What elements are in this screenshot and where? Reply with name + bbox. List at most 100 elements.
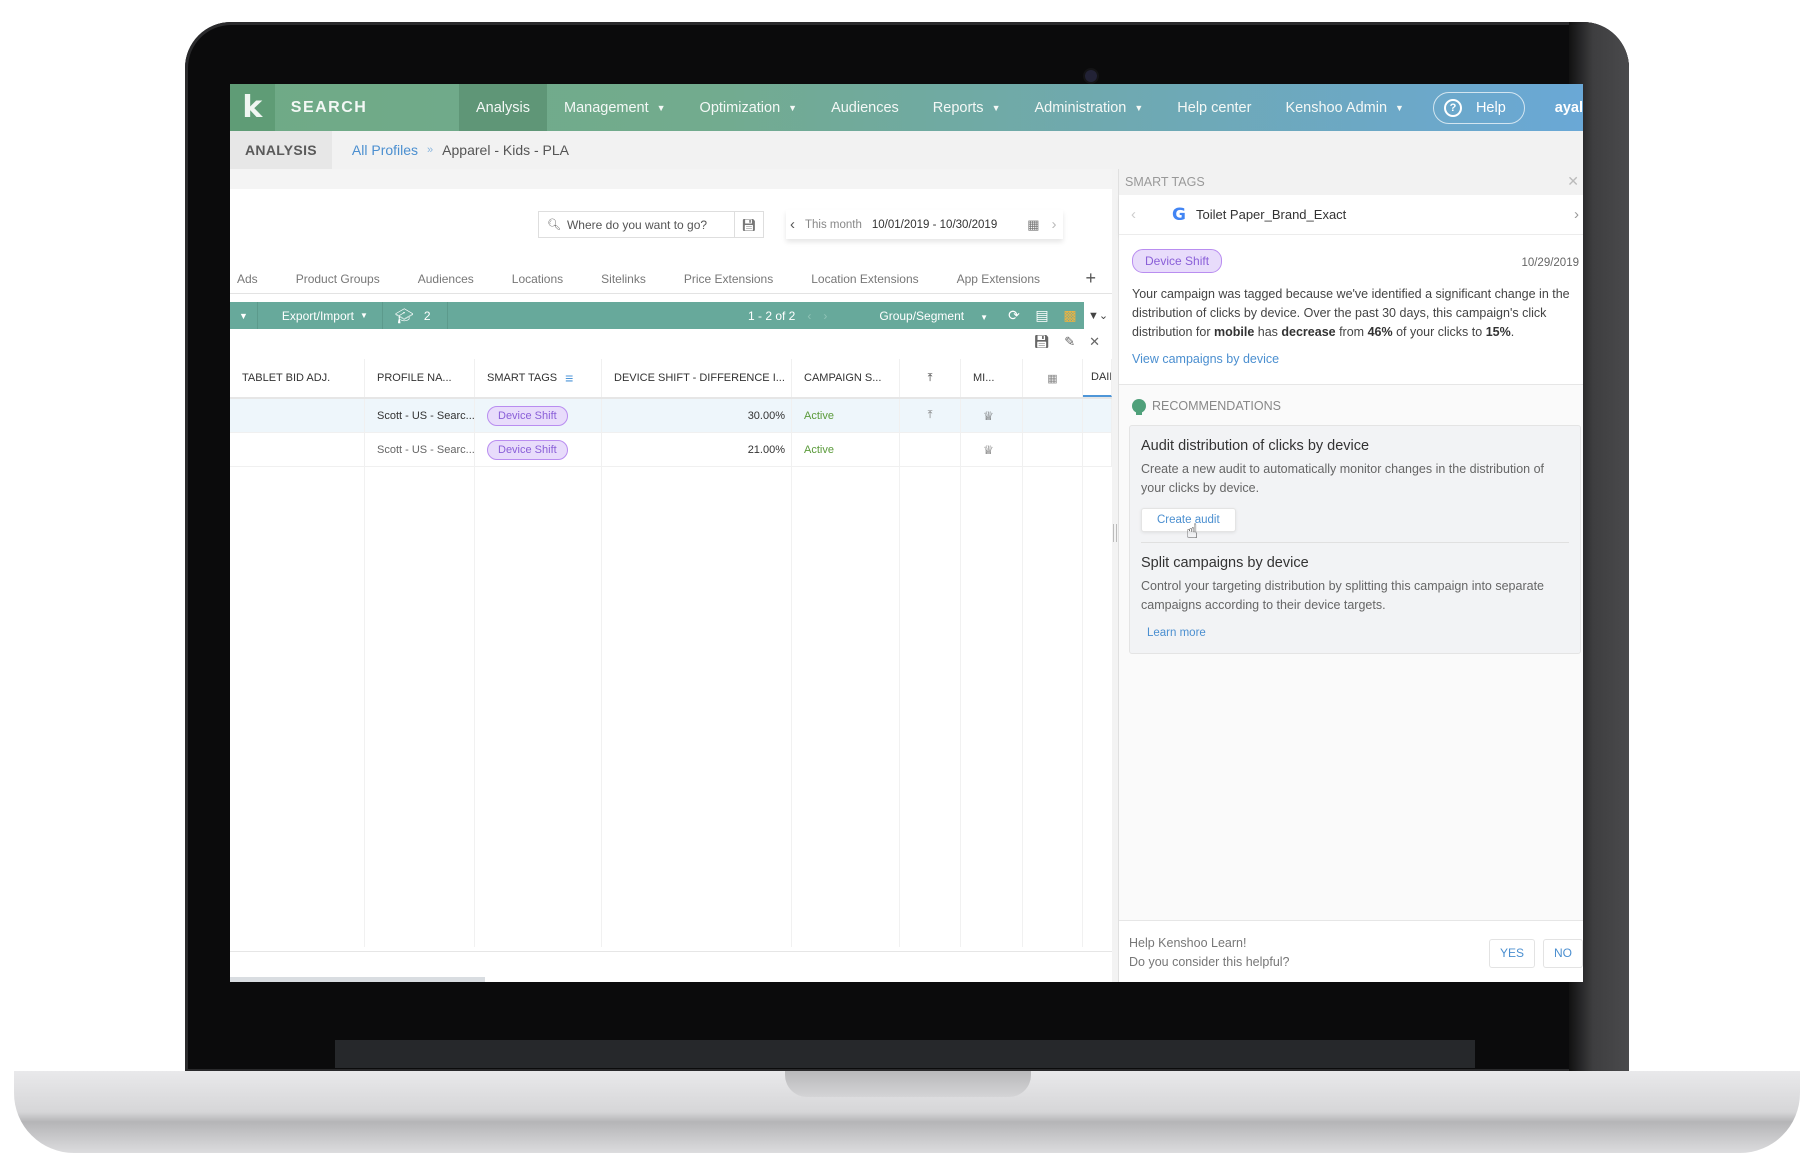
col-smart-tags[interactable]: SMART TAGS ≡ — [475, 359, 602, 397]
create-audit-button[interactable]: Create audit ☝︎ — [1141, 508, 1236, 543]
chart-icon[interactable]: ▩ — [1056, 302, 1084, 329]
hand-cursor-icon: ☝︎ — [1186, 521, 1199, 543]
chevron-left-icon[interactable]: ‹ — [790, 216, 795, 233]
kenshoo-logo[interactable]: k — [230, 84, 275, 131]
panel-resize-handle[interactable] — [1113, 524, 1117, 542]
edit-icon[interactable]: ✎ — [1064, 334, 1075, 350]
help-label: Help — [1475, 99, 1506, 116]
nav-help-center[interactable]: Help center — [1160, 84, 1268, 131]
date-preset: This month — [805, 218, 862, 231]
export-import-button[interactable]: Export/Import ▼ — [258, 302, 383, 329]
nav-audiences[interactable]: Audiences — [814, 84, 916, 131]
chevron-right-icon[interactable]: › — [1574, 206, 1579, 223]
filter-icon[interactable]: ≡ — [565, 370, 573, 386]
help-button[interactable]: ? Help — [1432, 91, 1525, 124]
table-row[interactable]: Scott - US - Searc... Device Shift 21.00… — [230, 433, 1112, 467]
date-range: 10/01/2019 - 10/30/2019 — [871, 218, 998, 231]
columns-icon[interactable]: ▤ — [1028, 302, 1056, 329]
chevron-right-icon[interactable]: › — [1052, 216, 1057, 233]
learn-more-link[interactable]: Learn more — [1147, 627, 1206, 639]
tab-price-extensions[interactable]: Price Extensions — [665, 272, 792, 286]
col-device-shift[interactable]: DEVICE SHIFT - DIFFERENCE I... — [602, 359, 792, 397]
date-picker[interactable]: ‹ This month 10/01/2019 - 10/30/2019 ▦ › — [786, 210, 1063, 239]
col-tablet-bid-adj[interactable]: TABLET BID ADJ. — [230, 359, 365, 397]
cell-tablet-bid — [230, 399, 365, 432]
no-button[interactable]: NO — [1543, 939, 1583, 968]
tab-ads[interactable]: Ads — [230, 272, 277, 286]
panel-title: SMART TAGS — [1119, 169, 1583, 195]
chevron-left-icon[interactable]: ‹ — [1131, 206, 1136, 223]
recommendation-title: Audit distribution of clicks by device — [1141, 438, 1370, 454]
filter-icon[interactable]: ▼⌄ — [1084, 302, 1112, 329]
breadcrumb-section: ANALYSIS — [230, 131, 332, 169]
nav-optimization[interactable]: Optimization ▼ — [683, 84, 815, 131]
recommendation-text: Control your targeting distribution by s… — [1141, 579, 1544, 612]
nav-administration[interactable]: Administration ▼ — [1017, 84, 1160, 131]
grid-header: TABLET BID ADJ. PROFILE NA... SMART TAGS… — [230, 359, 1112, 399]
smart-tag-badge: Device Shift — [1132, 249, 1223, 273]
group-segment-dropdown[interactable]: Group/Segment ▼ — [879, 309, 988, 323]
tab-product-groups[interactable]: Product Groups — [277, 272, 399, 286]
pager-text: 1 - 2 of 2 — [747, 308, 796, 323]
view-campaigns-by-device-link[interactable]: View campaigns by device — [1132, 352, 1279, 366]
chevron-down-icon: ▼ — [991, 102, 1001, 113]
tab-locations[interactable]: Locations — [493, 272, 582, 286]
nav-label: Kenshoo Admin — [1285, 99, 1388, 116]
col-mi[interactable]: MI... — [961, 359, 1023, 397]
cell-status: Active — [792, 399, 900, 432]
pager-arrows[interactable]: ‹› — [807, 309, 839, 323]
tab-sitelinks[interactable]: Sitelinks — [582, 272, 665, 286]
refresh-icon[interactable]: ⟳ — [1000, 302, 1028, 329]
col-calendar[interactable]: ▦ — [1023, 359, 1083, 397]
search-icon: 🔍︎ — [547, 219, 561, 231]
col-daily[interactable]: DAIL — [1083, 359, 1112, 397]
tab-app-extensions[interactable]: App Extensions — [938, 272, 1059, 286]
horizontal-scrollbar[interactable] — [230, 977, 485, 982]
nav-label: Analysis — [475, 99, 530, 116]
pane-top-strip — [230, 169, 1112, 189]
toolbar-menu-button[interactable]: ▼ — [230, 302, 258, 329]
col-upload[interactable]: ⤒ — [900, 359, 961, 397]
cell-calendar — [1023, 399, 1083, 432]
save-icon[interactable]: 💾︎ — [1034, 334, 1051, 350]
close-icon[interactable]: ✕ — [1089, 334, 1100, 350]
chevron-down-icon: ▼ — [1395, 102, 1404, 113]
tab-audiences[interactable]: Audiences — [399, 272, 493, 286]
chevron-down-icon: ▼ — [788, 102, 798, 113]
calendar-icon[interactable]: ▦ — [1027, 217, 1039, 233]
close-panel-icon[interactable]: ✕ — [1567, 173, 1579, 190]
save-search-button[interactable]: 💾︎ — [735, 211, 764, 238]
learning-button[interactable]: 🎓︎ 2 — [383, 302, 448, 329]
breadcrumb-separator: » — [427, 144, 434, 156]
grid-toolbar: ▼ Export/Import ▼ 🎓︎ 2 1 - 2 of 2 ‹› Group… — [230, 302, 1112, 329]
search-placeholder: Where do you want to go? — [566, 217, 708, 232]
smart-tag-badge[interactable]: Device Shift — [487, 405, 568, 426]
cell-status: Active — [792, 433, 900, 466]
nav-analysis[interactable]: Analysis — [458, 84, 547, 131]
user-menu[interactable]: ayal — [1555, 100, 1583, 116]
campaign-name: Toilet Paper_Brand_Exact — [1195, 207, 1347, 222]
add-tab-icon[interactable]: + — [1085, 268, 1096, 289]
nav-kenshoo-admin[interactable]: Kenshoo Admin ▼ — [1268, 84, 1421, 131]
search-input[interactable]: 🔍︎ Where do you want to go? — [538, 211, 735, 238]
group-segment-label: Group/Segment — [879, 308, 965, 323]
table-row[interactable]: Scott - US - Searc... Device Shift 30.00… — [230, 399, 1112, 433]
smart-tag-badge[interactable]: Device Shift — [487, 439, 568, 460]
tab-location-extensions[interactable]: Location Extensions — [792, 272, 937, 286]
upload-icon[interactable]: ⤒ — [928, 409, 933, 422]
chevron-down-icon: ▼ — [239, 310, 248, 321]
col-profile-name[interactable]: PROFILE NA... — [365, 359, 475, 397]
cell-device-shift: 30.00% — [602, 399, 792, 432]
tag-date: 10/29/2019 — [1521, 257, 1579, 269]
nav-reports[interactable]: Reports ▼ — [916, 84, 1018, 131]
col-campaign-status[interactable]: CAMPAIGN S... — [792, 359, 900, 397]
nav-management[interactable]: Management ▼ — [547, 84, 683, 131]
data-grid: TABLET BID ADJ. PROFILE NA... SMART TAGS… — [230, 359, 1112, 959]
recommendations-card: Audit distribution of clicks by device C… — [1129, 425, 1581, 654]
google-icon: G — [1172, 204, 1186, 225]
yes-button[interactable]: YES — [1488, 939, 1535, 968]
upload-icon: ⤒ — [927, 371, 933, 384]
cell-profile: Scott - US - Searc... — [365, 433, 475, 466]
breadcrumb-all-profiles[interactable]: All Profiles — [352, 142, 418, 158]
smart-tags-panel: SMART TAGS ✕ ‹ G Toilet Paper_Brand_Exac… — [1118, 169, 1583, 982]
